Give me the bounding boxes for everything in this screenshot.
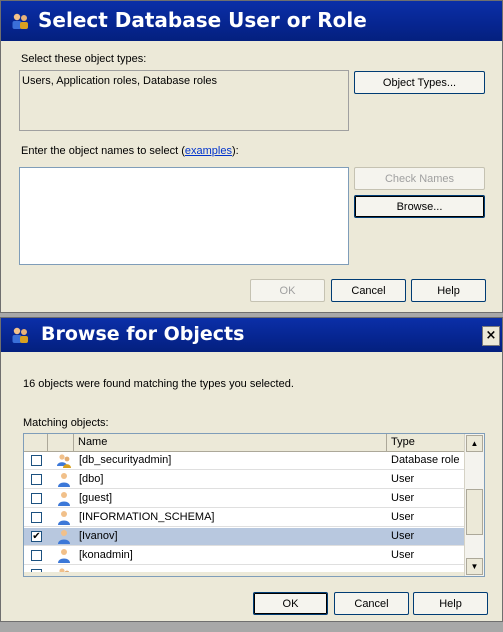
table-row[interactable]: [INFORMATION_SCHEMA] User <box>24 509 465 527</box>
row-checkbox[interactable]: ✔ <box>31 531 42 542</box>
dialog2-ok-button[interactable]: OK <box>253 592 328 615</box>
user-icon <box>57 491 71 506</box>
object-names-label-prefix: Enter the object names to select ( <box>21 145 185 157</box>
header-type-column[interactable]: Type <box>387 434 465 452</box>
row-checkbox[interactable] <box>31 512 42 523</box>
table-row[interactable]: [db_securityadmin] Database role <box>24 452 465 470</box>
object-names-label-suffix: ): <box>231 145 239 157</box>
table-row[interactable]: ✔ [Ivanov] User <box>24 528 465 546</box>
row-name: [Ivanov] <box>79 530 118 542</box>
header-check-column <box>24 434 48 452</box>
row-checkbox[interactable] <box>31 550 42 561</box>
dialog1-title: Select Database User or Role <box>38 8 367 32</box>
row-checkbox[interactable] <box>31 493 42 504</box>
row-checkbox[interactable] <box>31 455 42 466</box>
users-icon <box>12 327 28 343</box>
row-name: [INFORMATION_SCHEMA] <box>79 511 215 523</box>
object-types-value: Users, Application roles, Database roles <box>22 75 218 87</box>
row-type: User <box>391 511 415 523</box>
vertical-scrollbar[interactable]: ▲ ▼ <box>464 434 484 576</box>
matching-objects-list[interactable]: Name Type [db_securityadmin] Database rol… <box>23 433 485 577</box>
row-type: User <box>391 530 415 542</box>
user-icon <box>57 472 71 487</box>
examples-link[interactable]: examples <box>185 145 232 157</box>
dialog1-ok-button[interactable]: OK <box>250 279 325 302</box>
horizontal-scrollbar[interactable] <box>24 572 465 576</box>
users-icon <box>12 13 28 29</box>
object-names-input[interactable] <box>19 167 349 265</box>
close-icon[interactable]: × <box>482 326 500 346</box>
header-icon-column <box>48 434 74 452</box>
dialog2-cancel-button[interactable]: Cancel <box>334 592 409 615</box>
object-names-label: Enter the object names to select (exampl… <box>21 145 239 157</box>
browse-for-objects-dialog: Browse for Objects × 16 objects were fou… <box>0 317 503 622</box>
header-name-column[interactable]: Name <box>74 434 387 452</box>
scroll-up-icon[interactable]: ▲ <box>466 435 483 452</box>
user-icon <box>57 510 71 525</box>
dialog1-cancel-button[interactable]: Cancel <box>331 279 406 302</box>
row-name: [dbo] <box>79 473 104 485</box>
row-name: [db_securityadmin] <box>79 454 172 466</box>
dialog1-help-button[interactable]: Help <box>411 279 486 302</box>
user-icon <box>57 529 71 544</box>
dialog2-titlebar[interactable]: Browse for Objects × <box>1 318 502 352</box>
dialog2-help-button[interactable]: Help <box>413 592 488 615</box>
row-type: User <box>391 492 415 504</box>
table-row[interactable]: [konadmin] User <box>24 547 465 565</box>
dialog2-title: Browse for Objects <box>41 323 245 345</box>
scroll-down-icon[interactable]: ▼ <box>466 558 483 575</box>
check-names-button[interactable]: Check Names <box>354 167 485 190</box>
dialog1-titlebar[interactable]: Select Database User or Role <box>1 1 502 41</box>
row-type: Database role <box>391 454 460 466</box>
object-types-label: Select these object types: <box>21 53 147 65</box>
row-checkbox[interactable] <box>31 474 42 485</box>
table-row[interactable]: [guest] User <box>24 490 465 508</box>
row-name: [guest] <box>79 492 113 504</box>
found-count-text: 16 objects were found matching the types… <box>23 378 294 390</box>
scroll-thumb[interactable] <box>466 489 483 535</box>
matching-objects-label: Matching objects: <box>23 417 109 429</box>
select-user-role-dialog: Select Database User or Role Select thes… <box>0 0 503 313</box>
user-icon <box>57 548 71 563</box>
row-type: User <box>391 549 415 561</box>
object-types-field: Users, Application roles, Database roles <box>19 70 349 131</box>
row-type: User <box>391 473 415 485</box>
browse-button[interactable]: Browse... <box>354 195 485 218</box>
table-row[interactable]: [dbo] User <box>24 471 465 489</box>
role-icon <box>57 453 71 468</box>
row-name: [konadmin] <box>79 549 133 561</box>
object-types-button[interactable]: Object Types... <box>354 71 485 94</box>
